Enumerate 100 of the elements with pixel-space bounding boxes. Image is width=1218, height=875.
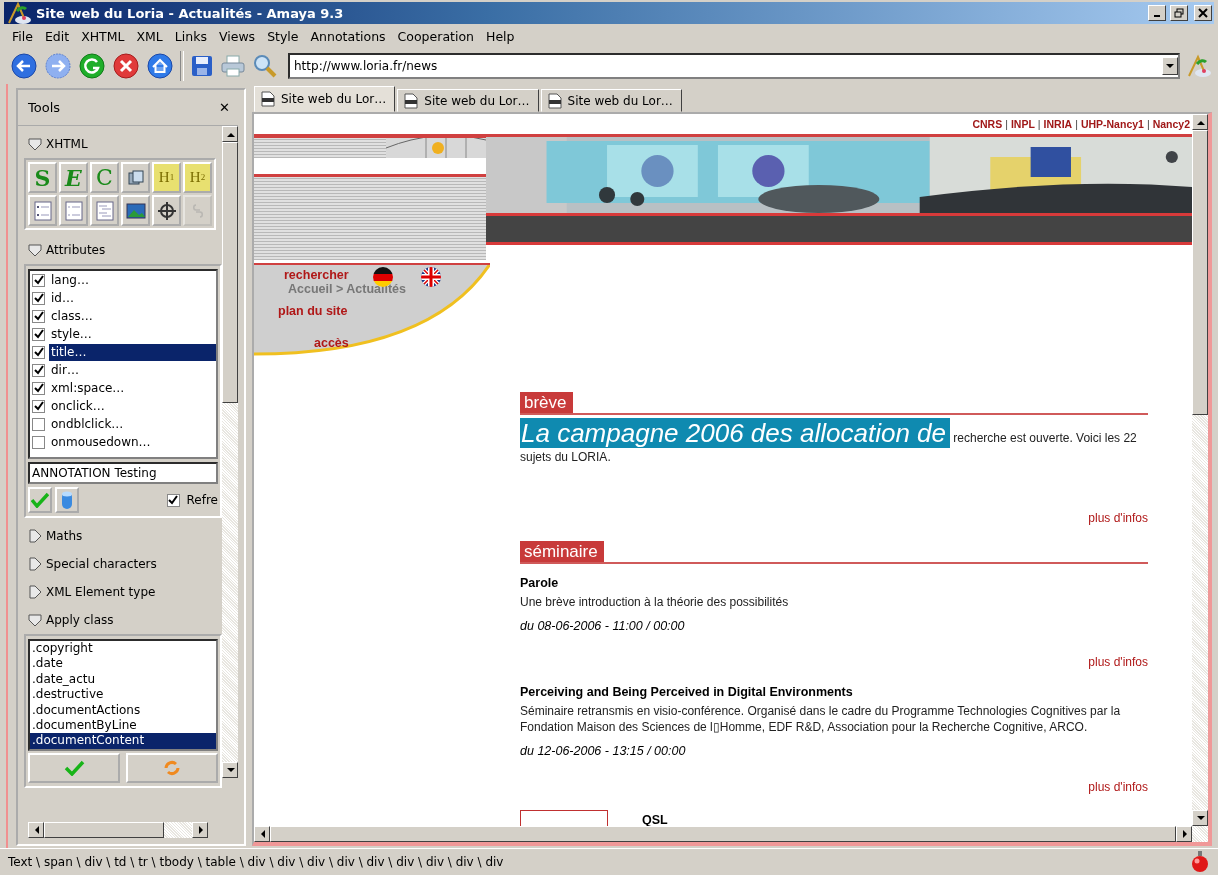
section-header[interactable]: XHTML	[24, 130, 222, 158]
css-class-name[interactable]: .documentActions	[30, 702, 216, 719]
menu-item[interactable]: Edit	[38, 26, 76, 46]
horizontal-scrollbar[interactable]	[28, 822, 208, 838]
document-tab[interactable]: Site web du Lor…	[254, 86, 396, 112]
refresh-icon	[163, 759, 181, 777]
stop-icon[interactable]	[112, 52, 140, 80]
close-button[interactable]	[1194, 5, 1212, 21]
more-info-link[interactable]: plus d'infos	[1088, 655, 1148, 669]
menu-item[interactable]: Annotations	[304, 26, 392, 46]
css-class-name[interactable]: .copyright	[30, 641, 216, 657]
search-icon[interactable]	[252, 53, 278, 79]
section-heading: brève	[520, 392, 1148, 415]
checkbox[interactable]	[32, 417, 45, 431]
document-tab[interactable]: Site web du Lor…	[540, 89, 682, 112]
attribute-item[interactable]: ondblclick…	[49, 415, 216, 433]
restore-button[interactable]	[1170, 5, 1188, 21]
checkbox[interactable]	[32, 435, 45, 449]
css-class-name[interactable]: .destructive	[30, 687, 216, 703]
document-tab[interactable]: Site web du Lor…	[397, 89, 539, 112]
html-file-icon	[547, 92, 562, 109]
apply-class-button[interactable]	[28, 753, 120, 783]
checkbox[interactable]	[32, 291, 45, 305]
header-link[interactable]: CNRS	[972, 118, 1003, 130]
attribute-item[interactable]: lang…	[49, 271, 216, 289]
refresh-checkbox[interactable]	[166, 493, 180, 507]
collapsed-triangle-icon[interactable]	[28, 557, 42, 571]
expanded-triangle-icon[interactable]	[28, 613, 42, 627]
attribute-item[interactable]: title…	[49, 343, 216, 361]
save-icon[interactable]	[190, 54, 214, 78]
numbered-list-icon[interactable]	[59, 195, 88, 226]
menu-item[interactable]: Style	[261, 26, 305, 46]
header-link[interactable]: Nancy2	[1152, 118, 1190, 130]
apply-button[interactable]	[28, 487, 52, 513]
delete-attribute-button[interactable]	[55, 487, 79, 513]
menu-item[interactable]: File	[6, 26, 39, 46]
more-info-link[interactable]: plus d'infos	[1088, 511, 1148, 525]
image-icon[interactable]	[121, 195, 150, 226]
attribute-item[interactable]: style…	[49, 325, 216, 343]
link-separator: |	[1036, 118, 1042, 130]
expanded-triangle-icon[interactable]	[28, 137, 42, 151]
collapsed-triangle-icon[interactable]	[28, 585, 42, 599]
attribute-item[interactable]: onclick…	[49, 397, 216, 415]
minimize-button[interactable]	[1148, 5, 1166, 21]
checkbox[interactable]	[32, 345, 45, 359]
section-header[interactable]: Special characters	[24, 550, 222, 578]
section-header[interactable]: Apply class	[24, 606, 222, 634]
checkbox[interactable]	[32, 327, 45, 341]
section-header[interactable]: Attributes	[24, 236, 222, 264]
attribute-item[interactable]: dir…	[49, 361, 216, 379]
horizontal-scrollbar[interactable]	[254, 826, 1208, 842]
section-header[interactable]: XML Element type	[24, 578, 222, 606]
access-link[interactable]: accès	[314, 336, 349, 350]
attribute-item[interactable]: xml:space…	[49, 379, 216, 397]
html-file-icon	[261, 91, 275, 107]
search-link[interactable]: rechercher	[284, 268, 349, 282]
attribute-item[interactable]: id…	[49, 289, 216, 307]
home-icon[interactable]	[146, 52, 174, 80]
header-link[interactable]: INRIA	[1043, 118, 1073, 130]
check-icon	[31, 492, 49, 508]
attribute-item[interactable]: class…	[49, 307, 216, 325]
menu-item[interactable]: Cooperation	[391, 26, 480, 46]
section-header[interactable]: Maths	[24, 522, 222, 550]
menu-item[interactable]: XML	[130, 26, 169, 46]
checkbox[interactable]	[32, 399, 45, 413]
app-logo-icon	[1186, 54, 1212, 78]
checkbox[interactable]	[32, 363, 45, 377]
forward-icon[interactable]	[44, 52, 72, 80]
attribute-item[interactable]: onmousedown…	[49, 433, 216, 451]
copy-icon[interactable]	[121, 162, 150, 193]
link-separator: |	[1074, 118, 1079, 130]
menu-item[interactable]: Links	[168, 26, 213, 46]
target-icon[interactable]	[152, 195, 181, 226]
css-class-name[interactable]: .documentByLine	[30, 718, 216, 734]
css-class-name[interactable]: .date_actu	[30, 671, 216, 688]
close-panel-button[interactable]: ✕	[219, 100, 230, 115]
restore-icon	[1174, 8, 1184, 18]
expanded-triangle-icon[interactable]	[28, 243, 42, 257]
checkbox[interactable]	[32, 273, 45, 287]
site-map-link[interactable]: plan du site	[278, 304, 348, 318]
bulleted-list-icon[interactable]	[28, 195, 57, 226]
menu-item[interactable]: Help	[480, 26, 521, 46]
menu-item[interactable]: Views	[212, 26, 262, 46]
header-link[interactable]: UHP-Nancy1	[1080, 118, 1144, 130]
menu-item[interactable]: XHTML	[75, 26, 131, 46]
vertical-scrollbar[interactable]	[222, 126, 238, 778]
print-icon[interactable]	[220, 54, 246, 78]
close-icon	[1198, 8, 1208, 18]
attribute-value-field[interactable]: ANNOTATION Testing	[28, 462, 218, 484]
header-link[interactable]: INPL	[1010, 118, 1035, 130]
more-info-link[interactable]: plus d'infos	[1088, 780, 1148, 794]
css-class-name[interactable]: .date	[30, 656, 216, 672]
reload-icon[interactable]	[78, 52, 106, 80]
vertical-scrollbar[interactable]	[1192, 114, 1208, 826]
back-icon[interactable]	[10, 52, 38, 80]
css-class-name[interactable]: .documentContent	[30, 733, 216, 749]
checkbox[interactable]	[32, 381, 45, 395]
url-field[interactable]: http://www.loria.fr/news	[288, 53, 1180, 79]
checkbox[interactable]	[32, 309, 45, 323]
collapsed-triangle-icon[interactable]	[28, 529, 42, 543]
